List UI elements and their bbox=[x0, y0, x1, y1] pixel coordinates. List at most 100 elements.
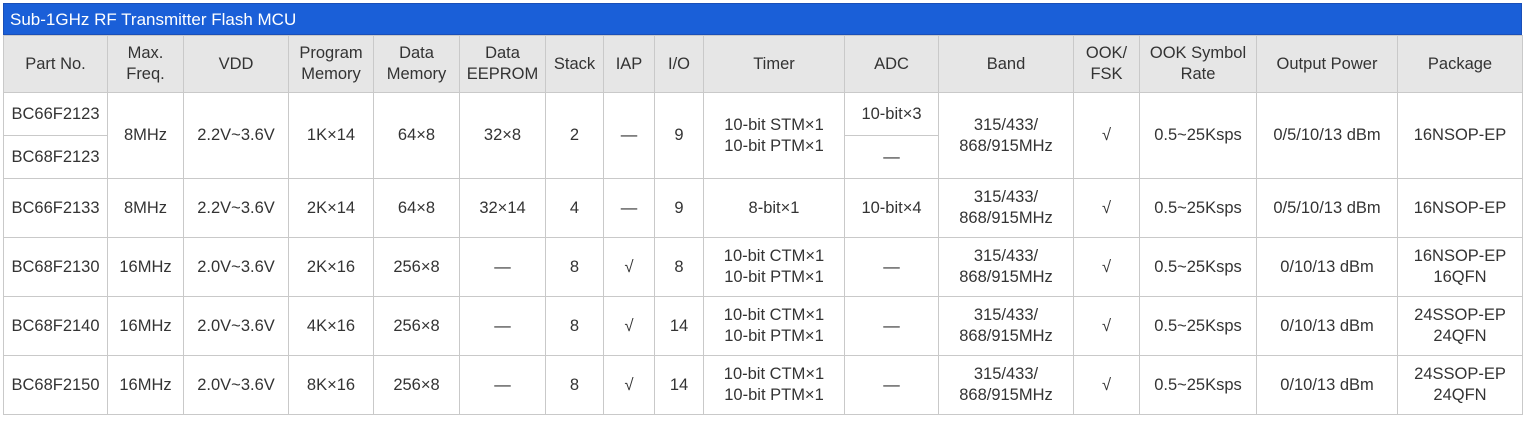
band-line: 868/915MHz bbox=[959, 209, 1053, 227]
output-power-cell: 0/10/13 dBm bbox=[1256, 355, 1398, 415]
band-cell: 315/433/868/915MHz bbox=[938, 355, 1074, 415]
data-memory-cell: 256×8 bbox=[373, 296, 460, 356]
part-no-cell: BC68F2150 bbox=[3, 355, 108, 415]
data-eeprom-cell: — bbox=[459, 296, 546, 356]
stack-cell: 8 bbox=[545, 296, 604, 356]
ook-fsk-cell: √ bbox=[1073, 296, 1140, 356]
header-line: ADC bbox=[874, 54, 909, 73]
header-line: I/O bbox=[667, 54, 690, 73]
part-no-cell: BC68F2130 bbox=[3, 237, 108, 297]
data-eeprom-cell: — bbox=[459, 237, 546, 297]
table-row: BC68F2140 16MHz 2.0V~3.6V 4K×16 256×8—8 √ 14 10… bbox=[3, 296, 1523, 356]
header-line: Memory bbox=[301, 65, 361, 83]
timer-cell: 10-bit CTM×1 10-bit PTM×1 bbox=[703, 237, 845, 297]
header-package: Package bbox=[1397, 35, 1523, 93]
header-part-no: Part No. bbox=[3, 35, 108, 93]
band-cell: 315/433/868/915MHz bbox=[938, 237, 1074, 297]
header-timer: Timer bbox=[703, 35, 845, 93]
package-cell: 16NSOP-EP 16QFN bbox=[1397, 237, 1523, 297]
adc-cell: 10-bit×4 bbox=[844, 178, 939, 238]
header-line: Part No. bbox=[25, 54, 86, 73]
timer-line: 10-bit CTM×1 bbox=[723, 306, 825, 324]
timer-line: 10-bit STM×1 bbox=[724, 115, 824, 134]
header-data-memory: Data Memory bbox=[373, 35, 460, 93]
table-row: BC66F2133 8MHz 2.2V~3.6V 2K×14 64×8 32×14 4—9 8… bbox=[3, 178, 1523, 238]
program-memory-cell: 1K×14 bbox=[288, 92, 374, 179]
package-cell: 24SSOP-EP 24QFN bbox=[1397, 296, 1523, 356]
stack-cell: 8 bbox=[545, 355, 604, 415]
timer-line: 10-bit PTM×1 bbox=[724, 136, 824, 155]
data-eeprom-cell: 32×14 bbox=[459, 178, 546, 238]
ook-fsk-cell: √ bbox=[1073, 237, 1140, 297]
adc-cell: — bbox=[844, 296, 939, 356]
package-cell: 24SSOP-EP 24QFN bbox=[1397, 355, 1523, 415]
header-stack: Stack bbox=[545, 35, 604, 93]
data-memory-cell: 256×8 bbox=[373, 355, 460, 415]
band-line: 315/433/ bbox=[973, 306, 1039, 324]
table-row: BC68F2150 16MHz 2.0V~3.6V 8K×16 256×8—8 √ 14 10… bbox=[3, 355, 1523, 415]
output-power-cell: 0/10/13 dBm bbox=[1256, 237, 1398, 297]
timer-cell: 8-bit×1 bbox=[703, 178, 845, 238]
timer-line: 10-bit PTM×1 bbox=[724, 327, 824, 345]
program-memory-cell: 2K×16 bbox=[288, 237, 374, 297]
vdd-cell: 2.0V~3.6V bbox=[183, 355, 289, 415]
symbol-rate-cell: 0.5~25Ksps bbox=[1139, 92, 1257, 179]
part-no-cell: BC66F2123 bbox=[3, 92, 108, 136]
table-row: BC68F2130 16MHz 2.0V~3.6V 2K×16 256×8—8 √ 8 10-… bbox=[3, 237, 1523, 297]
header-line: Output Power bbox=[1276, 54, 1378, 73]
symbol-rate-cell: 0.5~25Ksps bbox=[1139, 355, 1257, 415]
program-memory-cell: 4K×16 bbox=[288, 296, 374, 356]
program-memory-cell: 2K×14 bbox=[288, 178, 374, 238]
header-line: EEPROM bbox=[466, 65, 539, 83]
band-line: 868/915MHz bbox=[959, 386, 1053, 404]
output-power-cell: 0/5/10/13 dBm bbox=[1256, 178, 1398, 238]
adc-cell: 10-bit×3 bbox=[844, 92, 939, 136]
iap-cell: √ bbox=[603, 237, 655, 297]
header-max-freq: Max. Freq. bbox=[107, 35, 184, 93]
header-line: OOK Symbol bbox=[1149, 44, 1247, 62]
iap-cell: √ bbox=[603, 355, 655, 415]
ook-fsk-cell: √ bbox=[1073, 92, 1140, 179]
symbol-rate-cell: 0.5~25Ksps bbox=[1139, 237, 1257, 297]
header-ook-fsk: OOK/FSK bbox=[1073, 35, 1140, 93]
table-header: Part No. Max. Freq. VDD Program Memory Data Mem… bbox=[3, 35, 1523, 93]
stack-cell: 4 bbox=[545, 178, 604, 238]
data-memory-cell: 256×8 bbox=[373, 237, 460, 297]
stack-cell: 8 bbox=[545, 237, 604, 297]
timer-cell: 10-bit STM×1 10-bit PTM×1 bbox=[703, 92, 845, 179]
header-row: Part No. Max. Freq. VDD Program Memory Data Mem… bbox=[3, 35, 1523, 93]
adc-cell: — bbox=[844, 355, 939, 415]
band-line: 315/433/ bbox=[973, 247, 1039, 265]
header-program-memory: Program Memory bbox=[288, 35, 374, 93]
part-no-cell: BC68F2123 bbox=[3, 135, 108, 179]
timer-cell: 10-bit CTM×1 10-bit PTM×1 bbox=[703, 355, 845, 415]
package-line: 24QFN bbox=[1433, 327, 1487, 345]
max-freq-cell: 8MHz bbox=[107, 92, 184, 179]
max-freq-cell: 16MHz bbox=[107, 237, 184, 297]
header-line: OOK/ bbox=[1085, 44, 1128, 62]
header-line: IAP bbox=[615, 54, 643, 73]
header-line: Program bbox=[299, 44, 363, 62]
symbol-rate-cell: 0.5~25Ksps bbox=[1139, 296, 1257, 356]
iap-cell: — bbox=[603, 178, 655, 238]
header-ook-symbol-rate: OOK Symbol Rate bbox=[1139, 35, 1257, 93]
header-line: Package bbox=[1427, 54, 1493, 73]
part-no-cell: BC66F2133 bbox=[3, 178, 108, 238]
package-cell: 16NSOP-EP bbox=[1397, 92, 1523, 179]
band-line: 315/433/ bbox=[973, 188, 1039, 206]
timer-line: 10-bit CTM×1 bbox=[723, 365, 825, 383]
adc-cell: — bbox=[844, 237, 939, 297]
header-data-eeprom: Data EEPROM bbox=[459, 35, 546, 93]
header-io: I/O bbox=[654, 35, 704, 93]
io-cell: 8 bbox=[654, 237, 704, 297]
header-adc: ADC bbox=[844, 35, 939, 93]
header-line: Rate bbox=[1180, 65, 1216, 83]
max-freq-cell: 8MHz bbox=[107, 178, 184, 238]
package-cell: 16NSOP-EP bbox=[1397, 178, 1523, 238]
band-line: 868/915MHz bbox=[959, 136, 1053, 155]
output-power-cell: 0/5/10/13 dBm bbox=[1256, 92, 1398, 179]
timer-line: 10-bit PTM×1 bbox=[724, 268, 824, 286]
package-line: 16NSOP-EP bbox=[1413, 198, 1507, 217]
band-line: 868/915MHz bbox=[959, 327, 1053, 345]
data-eeprom-cell: — bbox=[459, 355, 546, 415]
